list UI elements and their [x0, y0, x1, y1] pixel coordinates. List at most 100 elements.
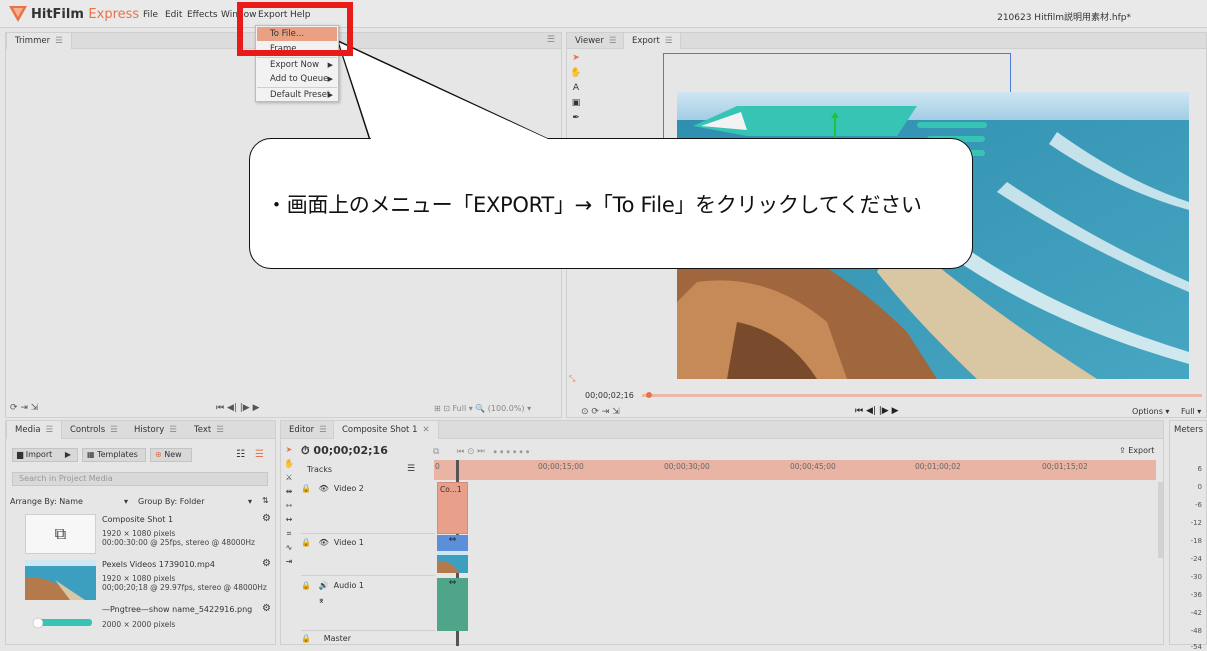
resize-handle-icon[interactable]: ⤡ — [569, 374, 575, 384]
trimmer-left-icons[interactable]: ⟳ ⇥ ⇲ — [10, 403, 38, 413]
video-thumbnail[interactable] — [25, 560, 96, 600]
track-header-audio-1[interactable]: 🔒 🔊 Audio 1 — [301, 581, 455, 590]
new-button[interactable]: ⊕ New — [150, 448, 192, 462]
viewer-tools[interactable]: ➤ ✋ A ▣ ✒ — [570, 51, 582, 126]
tab-text[interactable]: Text ☰ — [186, 421, 232, 439]
meter-scale-label: -12 — [1190, 519, 1202, 527]
meter-scale-label: -54 — [1190, 643, 1202, 651]
meter-scale-label: -48 — [1190, 627, 1202, 635]
list-view-icon[interactable]: ☷ — [236, 449, 245, 460]
track-header-master[interactable]: 🔒 Master — [301, 634, 455, 643]
arrange-by-select[interactable]: Arrange By: Name ▾ — [10, 497, 130, 506]
audio-waveform-icon[interactable]: ⌆ — [318, 596, 325, 605]
submenu-arrow-icon: ▶ — [327, 91, 333, 99]
ruler-label: 00;01;15;02 — [1042, 462, 1088, 471]
razor-tool-icon[interactable]: ⚔ — [283, 471, 295, 485]
menu-file[interactable]: File — [143, 10, 158, 20]
viewer-zoom[interactable]: Full ▾ — [1181, 407, 1201, 416]
curve-tool-icon[interactable]: ∿ — [283, 541, 295, 555]
composite-thumbnail[interactable]: ⧉ — [25, 514, 96, 554]
menu-edit[interactable]: Edit — [165, 10, 182, 20]
menu-effects[interactable]: Effects — [187, 10, 218, 20]
media-item-name[interactable]: Pexels Videos 1739010.mp4 — [102, 560, 215, 569]
clip-composite[interactable]: Co...1 — [437, 482, 468, 534]
timeline-toolbar-icons[interactable]: ⧉ ⏮ ⊙ ⏭ ⦁ ⦁ ⦁ ⦁ ⦁ ⦁ — [433, 447, 529, 457]
tab-viewer[interactable]: Viewer ☰ — [567, 33, 625, 49]
snap-tool-icon[interactable]: ⇥ — [283, 555, 295, 569]
gear-icon[interactable]: ⚙ — [262, 603, 271, 614]
select-tool-icon[interactable]: ➤ — [283, 443, 295, 457]
png-thumbnail[interactable] — [30, 617, 92, 629]
plus-icon: ⊕ — [155, 450, 162, 459]
editor-tabbar: Editor ☰ Composite Shot 1 ✕ — [281, 421, 1163, 439]
hand-tool-icon[interactable]: ✋ — [570, 66, 582, 81]
media-item-name[interactable]: —Pngtree—show name_5422916.png — [102, 605, 252, 614]
close-icon[interactable]: ✕ — [423, 425, 430, 435]
submenu-arrow-icon: ▶ — [327, 75, 333, 83]
meter-scale-label: -36 — [1190, 591, 1202, 599]
viewer-tabbar: Viewer ☰ Export ☰ — [567, 33, 1206, 49]
tab-trimmer[interactable]: Trimmer ☰ — [6, 33, 72, 49]
group-by-select[interactable]: Group By: Folder ▾ — [138, 497, 256, 506]
meter-scale-label: -42 — [1190, 609, 1202, 617]
slide-tool-icon[interactable]: ⇿ — [283, 499, 295, 513]
pen-tool-icon[interactable]: ✒ — [570, 111, 582, 126]
ruler-label: 00;00;45;00 — [790, 462, 836, 471]
trimmer-zoom[interactable]: ⊞ ⊡ Full ▾ 🔍 (100.0%) ▾ — [434, 404, 531, 413]
tab-composite-shot[interactable]: Composite Shot 1 ✕ — [333, 421, 439, 439]
track-divider — [301, 575, 435, 576]
ruler-label: 00;00;30;00 — [664, 462, 710, 471]
templates-button[interactable]: ▦ Templates — [82, 448, 146, 462]
tab-export[interactable]: Export ☰ — [623, 33, 682, 49]
media-item-name[interactable]: Composite Shot 1 — [102, 515, 173, 524]
viewer-transport-icons[interactable]: ⏮ ◀| |▶ ▶ — [855, 406, 899, 416]
menu-item-export-now[interactable]: Export Now ▶ — [257, 58, 337, 72]
timeline-export-button[interactable]: ⇪ Export — [1119, 446, 1154, 455]
gear-icon[interactable]: ⚙ — [262, 558, 271, 569]
instruction-text: ・画面上のメニュー「EXPORT」→「To File」をクリックしてください — [266, 193, 922, 217]
submenu-arrow-icon: ▶ — [327, 61, 333, 69]
timeline-ruler[interactable]: 0 00;00;15;00 00;00;30;00 00;00;45;00 00… — [434, 460, 1156, 480]
meter-scale-label: -6 — [1195, 501, 1202, 509]
media-panel: Media ☰ Controls ☰ History ☰ Text ☰ ▆ Import… — [5, 420, 276, 645]
rate-tool-icon[interactable]: ⌗ — [283, 527, 295, 541]
menu-item-default-preset[interactable]: Default Preset ▶ — [257, 88, 337, 102]
slip-tool-icon[interactable]: ⇹ — [283, 485, 295, 499]
mask-tool-icon[interactable]: ▣ — [570, 96, 582, 111]
meter-scale-label: 6 — [1197, 465, 1202, 473]
select-tool-icon[interactable]: ➤ — [570, 51, 582, 66]
text-tool-icon[interactable]: A — [570, 81, 582, 96]
track-header-video-2[interactable]: 🔒 👁 Video 2 — [301, 484, 455, 493]
link-icon: ⇔ — [448, 535, 457, 545]
tab-media[interactable]: Media ☰ — [6, 421, 63, 439]
media-item-meta: 1920 × 1080 pixels — [102, 574, 176, 583]
roll-tool-icon[interactable]: ↔ — [283, 513, 295, 527]
viewer-left-icons[interactable]: ⊙ ⟳ ⇥ ⇲ — [581, 407, 620, 417]
editor-tools[interactable]: ➤ ✋ ⚔ ⇹ ⇿ ↔ ⌗ ∿ ⇥ — [283, 443, 295, 569]
menu-item-add-to-queue[interactable]: Add to Queue ▶ — [257, 72, 337, 86]
sort-icon[interactable]: ⇅ — [262, 496, 269, 505]
media-item-meta: 00:00:30:00 @ 25fps, stereo @ 48000Hz — [102, 538, 255, 547]
tracks-menu-icon[interactable]: ☰ — [407, 464, 415, 474]
clip-video-thumb[interactable] — [437, 551, 468, 573]
editor-scrollbar[interactable] — [1158, 482, 1163, 558]
tab-editor[interactable]: Editor ☰ — [281, 421, 335, 439]
clip-video-link[interactable]: ⇔ — [437, 535, 468, 551]
title-bar: HitFilm Express File Edit Effects Window… — [0, 0, 1207, 28]
import-button[interactable]: ▆ Import ▶ — [12, 448, 78, 462]
hitfilm-logo-icon — [9, 6, 27, 22]
detail-view-icon[interactable]: ☰ — [255, 449, 264, 460]
tab-history[interactable]: History ☰ — [126, 421, 185, 439]
gear-icon[interactable]: ⚙ — [262, 513, 271, 524]
project-title: 210623 Hitfilm説明用素材.hfp* — [997, 13, 1131, 23]
clip-audio[interactable]: ⇔ — [437, 578, 468, 631]
media-tabbar: Media ☰ Controls ☰ History ☰ Text ☰ — [6, 421, 275, 439]
viewer-options[interactable]: Options ▾ — [1132, 407, 1169, 416]
tab-controls[interactable]: Controls ☰ — [62, 421, 126, 439]
viewer-scrubber[interactable] — [642, 394, 1202, 397]
scrubber-handle[interactable] — [646, 392, 652, 398]
hand-tool-icon[interactable]: ✋ — [283, 457, 295, 471]
trimmer-transport-icons[interactable]: ⏮ ◀| |▶ ▶ — [216, 403, 260, 413]
track-header-video-1[interactable]: 🔒 👁 Video 1 — [301, 538, 455, 547]
media-search-input[interactable]: Search in Project Media — [12, 472, 268, 486]
